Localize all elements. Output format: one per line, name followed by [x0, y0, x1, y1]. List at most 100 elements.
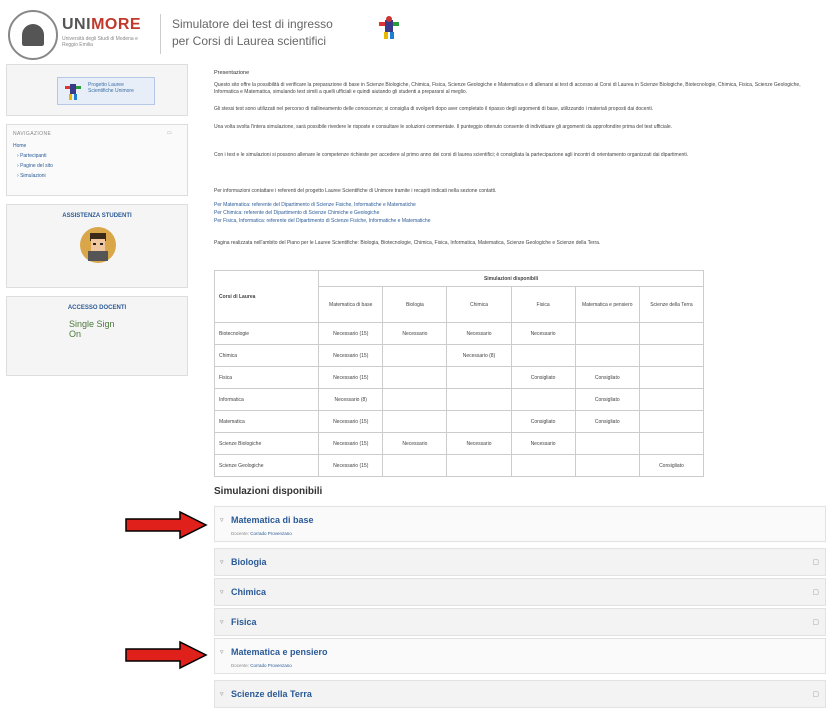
table-cell: Necessario (15): [318, 454, 384, 477]
table-row: Matematica Necessario (15) Consigliato Cons…: [213, 410, 705, 433]
chevron-down-icon[interactable]: ▿: [220, 588, 224, 596]
table-body: Biotecnologie Necessario (15) Necessario Ne…: [213, 322, 705, 477]
contact-line[interactable]: Per Matematica: referente del Dipartimen…: [214, 202, 822, 209]
table-cell: [446, 410, 512, 433]
table-column-header: Matematica e pensiero: [574, 286, 640, 323]
table-cell: [638, 366, 705, 389]
nav-item-home[interactable]: Home: [13, 143, 26, 149]
simulation-teacher: Docente: Corrado Provenzano: [231, 663, 292, 668]
table-group-header: Simulazioni disponibili: [318, 270, 704, 287]
table-cell: Necessario: [446, 432, 512, 455]
teacher-link[interactable]: Corrado Provenzano: [250, 663, 292, 668]
teacher-access-block: ACCESSO DOCENTI Single Sign On: [6, 296, 188, 376]
courses-table: Corsi di Laurea Simulazioni disponibili …: [213, 270, 705, 477]
table-row: Fisica Necessario (15) Consigliato Consigli…: [213, 366, 705, 389]
intro-paragraph: Per informazioni contattare i referenti …: [214, 188, 497, 194]
site-title-line1: Simulatore dei test di ingresso: [172, 17, 333, 31]
table-cell: [446, 388, 512, 411]
table-cell: [382, 454, 448, 477]
expand-icon[interactable]: ▢: [812, 618, 819, 626]
simulation-title-link[interactable]: Matematica di base: [231, 515, 314, 525]
assistance-block: ASSISTENZA STUDENTI: [6, 204, 188, 288]
assistant-avatar[interactable]: [80, 227, 116, 263]
table-cell: Necessario (15): [318, 366, 384, 389]
table-cell: Necessario (8): [318, 388, 384, 411]
table-cell: Consigliato: [510, 410, 576, 433]
simulation-item[interactable]: ▿ Chimica ▢: [214, 578, 826, 606]
red-arrow-icon: [125, 510, 208, 540]
chevron-down-icon[interactable]: ▿: [220, 558, 224, 566]
simulation-item[interactable]: ▿ Matematica di base Docente: Corrado Prov…: [214, 506, 826, 542]
table-cell: [574, 454, 640, 477]
simulation-item[interactable]: ▿ Scienze della Terra ▢: [214, 680, 826, 708]
table-cell: Necessario: [382, 322, 448, 345]
nav-item-partecipanti[interactable]: › Partecipanti: [17, 153, 46, 159]
nav-item-simulazioni[interactable]: › Simulazioni: [17, 173, 46, 179]
table-cell: [638, 432, 705, 455]
table-cell: Necessario (15): [318, 410, 384, 433]
table-cell: [510, 454, 576, 477]
table-cell: [382, 366, 448, 389]
chevron-down-icon[interactable]: ▿: [220, 516, 224, 524]
red-arrow-icon: [125, 640, 208, 670]
nav-item-pagine[interactable]: › Pagine del sito: [17, 163, 53, 169]
navigation-block: NAVIGAZIONE ▭ Home › Partecipanti › Pagi…: [6, 124, 188, 196]
simulation-item[interactable]: ▿ Biologia ▢: [214, 548, 826, 576]
table-cell: Consigliato: [574, 410, 640, 433]
table-cell: [638, 388, 705, 411]
table-cell: Consigliato: [638, 454, 705, 477]
table-cell: Necessario (15): [318, 344, 384, 367]
table-cell-course: Chimica: [213, 344, 320, 367]
table-cell: [382, 344, 448, 367]
header-divider: [160, 14, 161, 54]
simulation-title-link[interactable]: Scienze della Terra: [231, 689, 312, 699]
pls-logo-text: Progetto Lauree Scientifiche Unimore: [88, 82, 134, 94]
table-cell: Consigliato: [574, 366, 640, 389]
table-cell-course: Scienze Biologiche: [213, 432, 320, 455]
table-cell-course: Informatica: [213, 388, 320, 411]
simulation-title-link[interactable]: Fisica: [231, 617, 257, 627]
simulation-title-link[interactable]: Biologia: [231, 557, 267, 567]
table-row: Scienze Biologiche Necessario (15) Necessa…: [213, 432, 705, 455]
simulation-item[interactable]: ▿ Matematica e pensiero Docente: Corrado P…: [214, 638, 826, 674]
sso-label: Single Sign On: [69, 319, 115, 339]
expand-icon[interactable]: ▢: [812, 558, 819, 566]
table-column-header: Chimica: [446, 286, 512, 323]
simulation-title-link[interactable]: Chimica: [231, 587, 266, 597]
chevron-down-icon[interactable]: ▿: [220, 648, 224, 656]
logo-more: MORE: [91, 16, 142, 33]
chevron-down-icon[interactable]: ▿: [220, 618, 224, 626]
teacher-link[interactable]: Corrado Provenzano: [250, 531, 292, 536]
expand-icon[interactable]: ▢: [812, 588, 819, 596]
intro-paragraph: Con i test e le simulazioni si possono a…: [214, 152, 689, 158]
table-cell: [446, 366, 512, 389]
table-cell: [638, 344, 705, 367]
table-cell: Consigliato: [510, 366, 576, 389]
table-row: Scienze Geologiche Necessario (15) Consigl…: [213, 454, 705, 477]
table-cell: Necessario (8): [446, 344, 512, 367]
simulation-title-link[interactable]: Matematica e pensiero: [231, 647, 328, 657]
university-seal-logo[interactable]: [8, 10, 58, 60]
pls-logo[interactable]: Progetto Lauree Scientifiche Unimore: [57, 77, 155, 105]
table-cell: [574, 344, 640, 367]
intro-paragraph: Una volta svolta l'intera simulazione, s…: [214, 124, 673, 130]
table-cell: [510, 344, 576, 367]
contact-line[interactable]: Per Chimica: referente del Dipartimento …: [214, 210, 822, 217]
table-column-header: Scienze della Terra: [638, 286, 705, 323]
contact-line[interactable]: Per Fisica, Informatica: referente del D…: [214, 218, 822, 225]
table-cell-course: Matematica: [213, 410, 320, 433]
intro-heading: Presentazione: [214, 70, 250, 76]
unimore-logo-text[interactable]: UNIMORE: [62, 16, 141, 34]
table-cell: Necessario: [510, 322, 576, 345]
simulation-teacher: Docente: Corrado Provenzano: [231, 531, 292, 536]
simulation-item[interactable]: ▿ Fisica ▢: [214, 608, 826, 636]
site-title[interactable]: Simulatore dei test di ingresso per Cors…: [172, 16, 362, 50]
single-sign-on-button[interactable]: Single Sign On: [69, 319, 123, 363]
pls-mascot-icon: [65, 84, 81, 100]
nav-title: NAVIGAZIONE: [13, 131, 52, 137]
nav-collapse-icon[interactable]: ▭: [167, 130, 172, 136]
table-cell: Necessario (15): [318, 432, 384, 455]
table-cell: Necessario: [446, 322, 512, 345]
table-cell: [510, 388, 576, 411]
mascot-icon: [379, 16, 399, 39]
